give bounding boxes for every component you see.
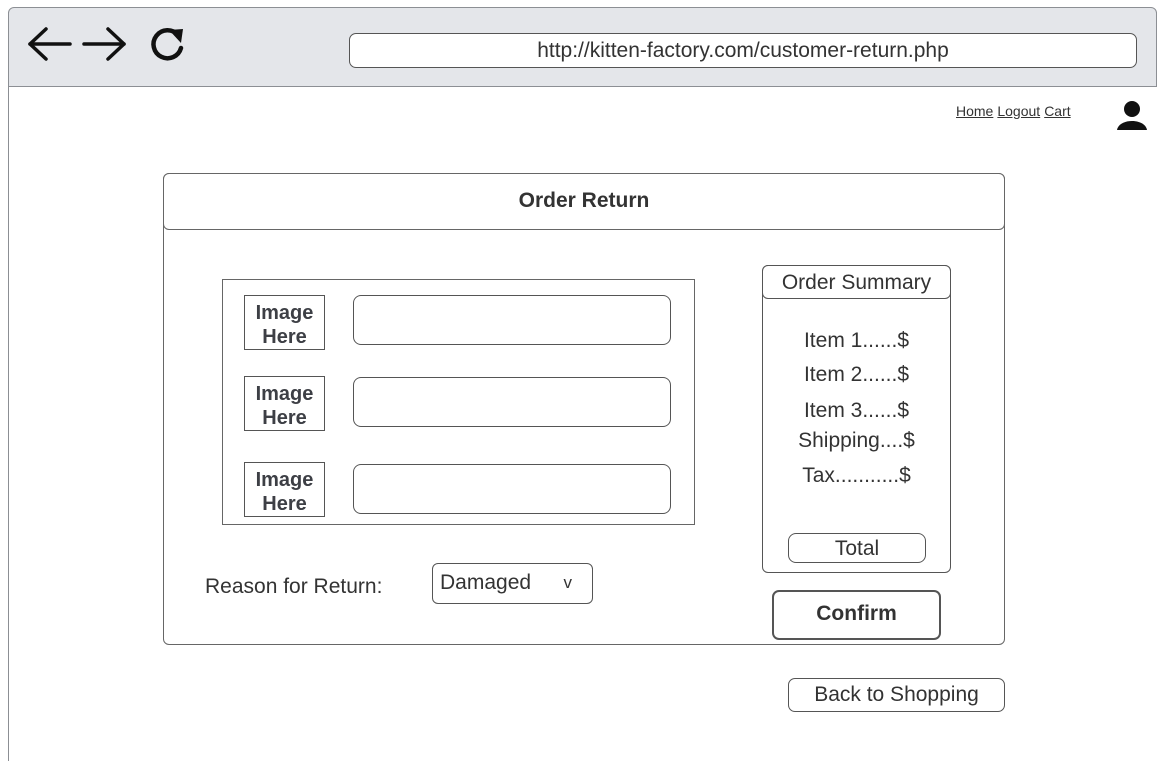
- logout-link[interactable]: Logout: [997, 103, 1040, 119]
- item-image-placeholder: Image Here: [244, 462, 325, 517]
- home-link[interactable]: Home: [956, 103, 993, 119]
- summary-line-item2: Item 2......$: [803, 363, 910, 386]
- top-nav: Home Logout Cart: [956, 103, 1075, 125]
- summary-line-shipping: Shipping....$: [798, 429, 915, 452]
- summary-line-tax: Tax...........$: [802, 464, 911, 487]
- total-button[interactable]: Total: [788, 533, 926, 563]
- order-summary-title: Order Summary: [762, 265, 951, 299]
- reload-icon[interactable]: [145, 24, 189, 64]
- forward-arrow-icon[interactable]: [78, 24, 128, 64]
- item-detail-field[interactable]: [353, 377, 671, 427]
- back-to-shopping-button[interactable]: Back to Shopping: [788, 678, 1005, 712]
- card-title: Order Return: [163, 173, 1005, 230]
- address-bar[interactable]: http://kitten-factory.com/customer-retur…: [349, 33, 1137, 68]
- item-image-placeholder: Image Here: [244, 295, 325, 350]
- user-icon[interactable]: [1115, 98, 1149, 132]
- summary-line-item3: Item 3......$: [803, 399, 910, 422]
- confirm-button[interactable]: Confirm: [772, 590, 941, 640]
- cart-link[interactable]: Cart: [1044, 103, 1070, 119]
- item-image-placeholder: Image Here: [244, 376, 325, 431]
- item-detail-field[interactable]: [353, 464, 671, 514]
- chevron-down-icon: v: [563, 573, 573, 592]
- back-arrow-icon[interactable]: [26, 24, 76, 64]
- summary-line-item1: Item 1......$: [803, 329, 910, 352]
- reason-selected-value: Damaged: [440, 571, 532, 594]
- reason-dropdown[interactable]: Damaged v: [432, 563, 593, 604]
- item-detail-field[interactable]: [353, 295, 671, 345]
- reason-label: Reason for Return:: [205, 575, 383, 598]
- browser-frame-edge: [8, 86, 9, 761]
